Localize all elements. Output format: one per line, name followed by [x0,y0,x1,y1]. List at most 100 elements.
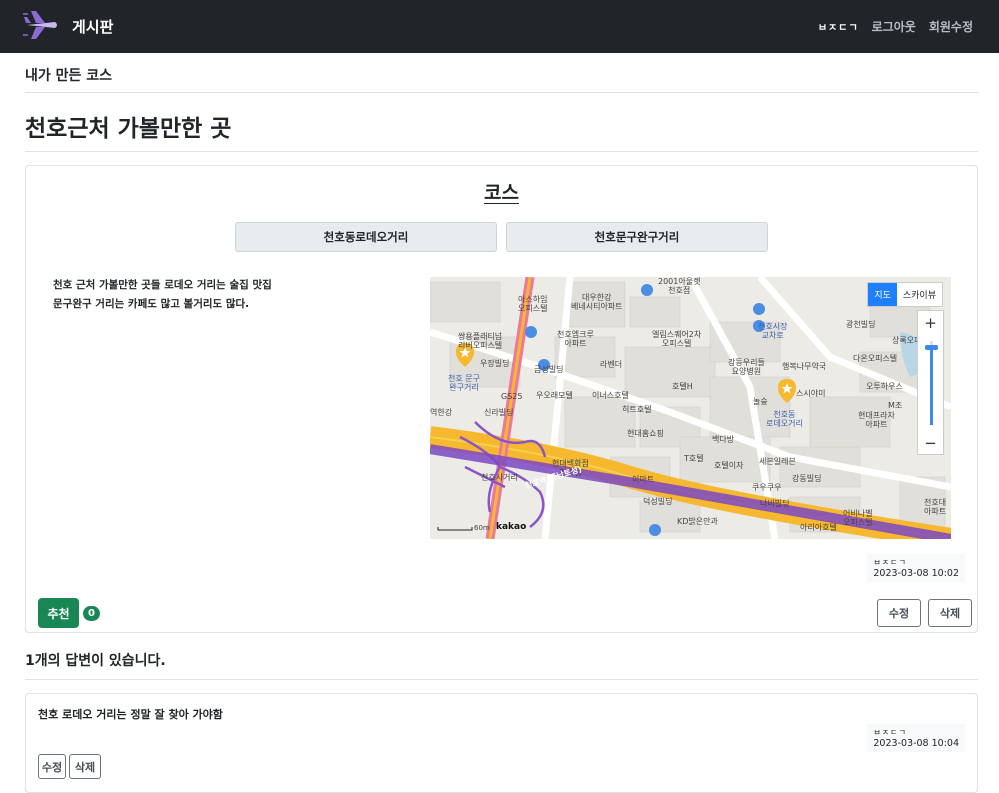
map-label-text: 강동우리들 [728,358,765,367]
brand[interactable]: 게시판 [22,6,113,48]
map-label: T호텔 [684,454,704,463]
map-label: KD밝은안과 [677,517,718,526]
map-label-text: 현대프라자 [858,411,895,420]
map-label-text: 어비나벨 [843,509,873,518]
zoom-in-icon[interactable]: + [918,311,943,335]
map-label: M조 [888,401,903,410]
map-label: 금성빌딩 [534,365,564,374]
map-label-text: 요양병원 [731,367,762,376]
map-label-text: 천호시장 [758,322,788,331]
map-type-control: 지도 스카이뷰 [867,282,943,307]
marker-label-line: 천호 문구 [448,374,480,383]
answer-count-heading: 1개의 답변이 있습니다. [25,650,978,680]
answer-meta: ㅂㅈㄷㄱ 2023-03-08 10:04 [867,724,965,752]
map-label: 오투하우스 [866,382,903,391]
map-label-text: 2001아울렛 [658,277,701,286]
answer-date: 2023-03-08 10:04 [873,738,959,749]
map-label: 아스하임 오피스텔 [518,295,547,313]
map-label-text: 리버오피스텔 [458,341,503,350]
map-label-text: 천호점 [668,286,691,295]
post-date: 2023-03-08 10:02 [873,568,959,579]
brand-title[interactable]: 게시판 [72,16,113,37]
map-label: 쿠우쿠우 [752,483,782,492]
answer-delete-button[interactable]: 삭제 [69,754,101,779]
map-label-text: 엘림스퀘어2차 [652,330,702,339]
map-label-text: 천호대 [924,498,947,507]
map-label-text: 오피스텔 [843,518,873,527]
bus-stop-icon[interactable] [649,524,661,536]
post-author: ㅂㅈㄷㄱ [873,558,907,567]
course-heading: 코스 [484,182,519,204]
map-label-text: 아파트 [564,339,587,348]
bus-stop-icon[interactable] [641,284,653,296]
course-tab-toy-street[interactable]: 천호문구완구거리 [506,222,768,252]
map-label-text: 베네시티아파트 [571,302,623,311]
kakao-logo: kakao [496,522,527,532]
nav-logout-link[interactable]: 로그아웃 [872,18,916,35]
map-label: 스시야미 [796,389,826,398]
map-label: 행복나무약국 [782,362,827,371]
map-label-text: 대우한강 [582,293,612,302]
map-label: GS25 [501,392,523,401]
nav-user-link[interactable]: ㅂㅈㄷㄱ [818,19,859,34]
zoom-slider-handle[interactable] [925,345,938,350]
map-label-text: 오피스텔 [661,339,692,348]
navbar: 게시판 ㅂㅈㄷㄱ 로그아웃 회원수정 [0,0,999,53]
map-label: 이마트 [632,475,655,484]
map-type-skyview-button[interactable]: 스카이뷰 [897,283,942,306]
map-marker-label: 천호동 로데오거리 [766,410,803,428]
map-label: 백다방 [712,435,735,444]
map-label: 놀숲 [753,397,768,406]
map-label: 우오래모텔 [536,391,573,400]
map-label: 어비나벨 오피스텔 [843,509,872,527]
bus-stop-icon[interactable] [753,303,765,315]
map-label: 호텔이자 [714,461,744,470]
map-label: 대우한강 베네시티아파트 [571,293,623,311]
bus-stop-icon[interactable] [525,326,537,338]
zoom-control: + − [917,310,944,455]
map-scale-label: 60m [474,524,490,532]
post-edit-button[interactable]: 수정 [877,599,921,627]
map-label: 현대프라자 아파트 [858,411,895,429]
post-title: 천호근처 가볼만한 곳 [25,93,978,152]
map-label: 덕성빌딩 [643,497,673,506]
post-meta: ㅂㅈㄷㄱ 2023-03-08 10:02 [867,554,965,582]
map-label: 강동빌딩 [792,474,822,483]
airplane-logo-icon [22,6,60,48]
map-label: 2001아울렛 천호점 [658,277,700,295]
map-label: 히트호텔 [622,405,652,414]
star-marker-icon[interactable] [778,379,796,407]
map-label: 현대홈쇼핑 [627,429,664,438]
course-tab-rodeo[interactable]: 천호동로데오거리 [235,222,497,252]
zoom-slider[interactable] [918,335,943,431]
map-label-text: 교차로 [761,331,784,340]
post-delete-button[interactable]: 삭제 [928,599,972,627]
map-label-text: 아스하임 [518,295,548,304]
map-label-text: 쌍용플래티넘 [458,332,503,341]
map-label: 라벤더 [600,360,623,369]
post-card: 코스 천호동로데오거리 천호문구완구거리 천호 근처 가볼만한 곳들 로데오 거… [25,165,978,633]
nav-links: ㅂㅈㄷㄱ 로그아웃 회원수정 [818,18,973,35]
nav-edit-profile-link[interactable]: 회원수정 [929,18,973,35]
map-label: 아리아호텔 [800,523,837,532]
kakao-map[interactable]: 천호 문구 완구거리 천호동 로데오거리 2001아울렛 천호점 아스하임 오피스텔… [430,277,951,539]
marker-label-line: 완구거리 [449,383,479,392]
map-label: 호텔H [672,382,693,391]
map-label-text: 아파트 [924,507,947,516]
map-label: 엘림스퀘어2차 오피스텔 [652,330,701,348]
map-type-map-button[interactable]: 지도 [868,283,897,306]
map-label-text: 아파트 [865,420,888,429]
map-label: 천호시장 교차로 [758,322,787,340]
map-label: 천호사거리 [481,473,518,482]
map-label-text: 천호엠크루 [557,330,594,339]
marker-label-line: 천호동 [773,410,796,419]
recommend-button[interactable]: 추천 [38,598,79,628]
answer-edit-button[interactable]: 수정 [38,754,66,779]
zoom-out-icon[interactable]: − [918,431,943,455]
answer-author: ㅂㅈㄷㄱ [873,728,907,737]
map-label: 쌍용플래티넘 리버오피스텔 [458,332,502,350]
marker-label-line: 로데오거리 [766,419,803,428]
description-line: 문구완구 거리는 카페도 많고 볼거리도 많다. [53,298,250,310]
map-label-text: 오피스텔 [518,304,548,313]
main-container: 내가 만든 코스 천호근처 가볼만한 곳 코스 천호동로데오거리 천호문구완구거… [0,53,999,793]
